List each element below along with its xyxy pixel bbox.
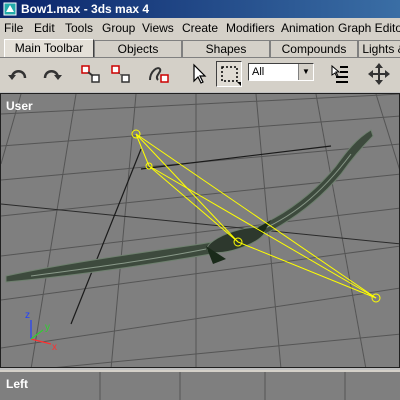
undo-icon [8, 70, 27, 80]
app-icon [3, 2, 17, 16]
axis-label-x: x [52, 342, 57, 353]
tab-bar: Main Toolbar Objects Shapes Compounds Li… [0, 38, 400, 58]
bow-mesh[interactable] [5, 129, 374, 283]
tab-compounds[interactable]: Compounds [270, 40, 358, 57]
bowstring-upper [140, 145, 332, 170]
redo-button[interactable] [38, 61, 64, 87]
menu-bar: File Edit Tools Group Views Create Modif… [0, 18, 400, 38]
left-viewport[interactable]: Left [0, 370, 400, 400]
menu-graph-editors[interactable]: Graph Editors [338, 21, 400, 35]
select-and-link-button[interactable] [78, 61, 104, 87]
main-toolbar: All ▼ [0, 58, 400, 92]
home-grid [1, 94, 399, 367]
tab-shapes[interactable]: Shapes [182, 40, 270, 57]
axis-label-y: y [45, 322, 50, 333]
tab-lights[interactable]: Lights & [358, 40, 400, 57]
menu-modifiers[interactable]: Modifiers [226, 21, 275, 35]
menu-views[interactable]: Views [142, 21, 174, 35]
select-by-name-icon [331, 64, 348, 83]
selection-filter-dropdown[interactable]: All ▼ [248, 63, 314, 81]
left-viewport-grid [99, 372, 346, 400]
select-object-button[interactable] [186, 61, 212, 87]
select-object-icon [193, 63, 207, 84]
selection-gizmo[interactable] [131, 129, 381, 303]
menu-group[interactable]: Group [102, 21, 135, 35]
axis-label-z: z [25, 310, 30, 321]
select-and-move-button[interactable] [366, 61, 392, 87]
link-icon [81, 65, 100, 83]
bowstring-lower [70, 148, 142, 325]
unlink-icon [111, 65, 130, 83]
select-by-name-button[interactable] [326, 61, 352, 87]
bind-space-warp-button[interactable] [146, 61, 172, 87]
tab-main-toolbar[interactable]: Main Toolbar [4, 39, 94, 57]
bind-space-warp-icon [149, 67, 169, 83]
menu-edit[interactable]: Edit [34, 21, 55, 35]
unlink-button[interactable] [108, 61, 134, 87]
redo-icon [43, 70, 62, 80]
menu-create[interactable]: Create [182, 21, 218, 35]
title-bar: Bow1.max - 3ds max 4 [0, 0, 400, 18]
move-icon [368, 63, 390, 85]
viewport-label-left[interactable]: Left [6, 377, 28, 391]
viewport-label-user[interactable]: User [6, 99, 33, 113]
chevron-down-icon[interactable]: ▼ [298, 64, 313, 80]
perspective-viewport[interactable]: z y x User [0, 93, 400, 368]
menu-tools[interactable]: Tools [65, 21, 93, 35]
region-select-icon [221, 66, 241, 86]
viewport-scene[interactable]: z y x [1, 94, 400, 368]
selection-filter-value: All [252, 66, 265, 78]
tab-objects[interactable]: Objects [94, 40, 182, 57]
region-select-button[interactable] [216, 61, 242, 87]
menu-file[interactable]: File [4, 21, 23, 35]
window-title: Bow1.max - 3ds max 4 [21, 2, 150, 16]
undo-button[interactable] [6, 61, 32, 87]
menu-animation[interactable]: Animation [281, 21, 334, 35]
